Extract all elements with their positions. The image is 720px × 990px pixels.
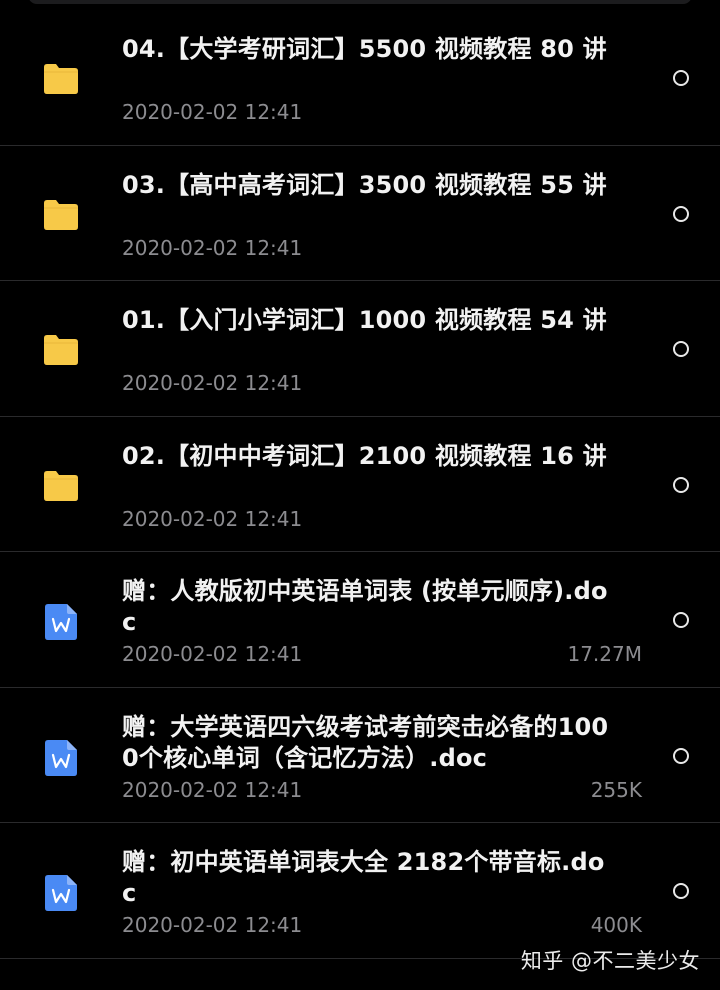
file-size: 255K [590, 777, 642, 802]
file-row-doc[interactable]: 赠：大学英语四六级考试考前突击必备的1000个核心单词（含记忆方法）.doc 2… [0, 688, 720, 823]
file-date: 2020-02-02 12:41 [122, 777, 303, 802]
file-row-folder[interactable]: 02.【初中中考词汇】2100 视频教程 16 讲 2020-02-02 12:… [0, 417, 720, 552]
file-date: 2020-02-02 12:41 [122, 506, 303, 531]
file-date: 2020-02-02 12:41 [122, 235, 303, 260]
select-radio[interactable] [673, 476, 689, 493]
file-date: 2020-02-02 12:41 [122, 642, 303, 666]
word-doc-icon [45, 604, 77, 640]
file-size: 400K [590, 913, 642, 937]
file-row-doc[interactable]: 赠：人教版初中英语单词表 (按单元顺序).doc 2020-02-02 12:4… [0, 552, 720, 688]
folder-icon [43, 333, 79, 369]
file-row-folder[interactable]: 04.【大学考研词汇】5500 视频教程 80 讲 2020-02-02 12:… [0, 10, 720, 146]
file-name: 赠：大学英语四六级考试考前突击必备的1000个核心单词（含记忆方法）.doc [122, 712, 609, 772]
file-date: 2020-02-02 12:41 [122, 100, 303, 124]
file-name: 赠：人教版初中英语单词表 (按单元顺序).doc [122, 577, 608, 636]
file-name: 赠：初中英语单词表大全 2182个带音标.doc [122, 848, 605, 907]
word-doc-icon [45, 875, 77, 911]
select-radio[interactable] [673, 70, 689, 86]
select-radio[interactable] [673, 612, 689, 628]
file-size: 17.27M [567, 642, 642, 666]
file-name: 02.【初中中考词汇】2100 视频教程 16 讲 [122, 441, 607, 470]
folder-icon [43, 198, 79, 234]
folder-icon [43, 469, 79, 505]
file-list: 04.【大学考研词汇】5500 视频教程 80 讲 2020-02-02 12:… [0, 10, 720, 959]
select-radio[interactable] [673, 883, 689, 899]
file-date: 2020-02-02 12:41 [122, 913, 303, 937]
select-radio[interactable] [673, 747, 689, 764]
file-name: 04.【大学考研词汇】5500 视频教程 80 讲 [122, 35, 607, 63]
previous-row-fragment [28, 0, 692, 4]
file-name: 03.【高中高考词汇】3500 视频教程 55 讲 [122, 170, 607, 199]
file-name: 01.【入门小学词汇】1000 视频教程 54 讲 [122, 306, 607, 334]
file-row-folder[interactable]: 03.【高中高考词汇】3500 视频教程 55 讲 2020-02-02 12:… [0, 146, 720, 281]
file-date: 2020-02-02 12:41 [122, 371, 303, 395]
file-row-doc[interactable]: 赠：初中英语单词表大全 2182个带音标.doc 2020-02-02 12:4… [0, 823, 720, 959]
select-radio[interactable] [673, 341, 689, 357]
folder-icon [43, 62, 79, 98]
zhihu-watermark: 知乎 @不二美少女 [520, 949, 700, 973]
select-radio[interactable] [673, 205, 689, 222]
file-row-folder[interactable]: 01.【入门小学词汇】1000 视频教程 54 讲 2020-02-02 12:… [0, 281, 720, 417]
word-doc-icon [45, 739, 77, 776]
